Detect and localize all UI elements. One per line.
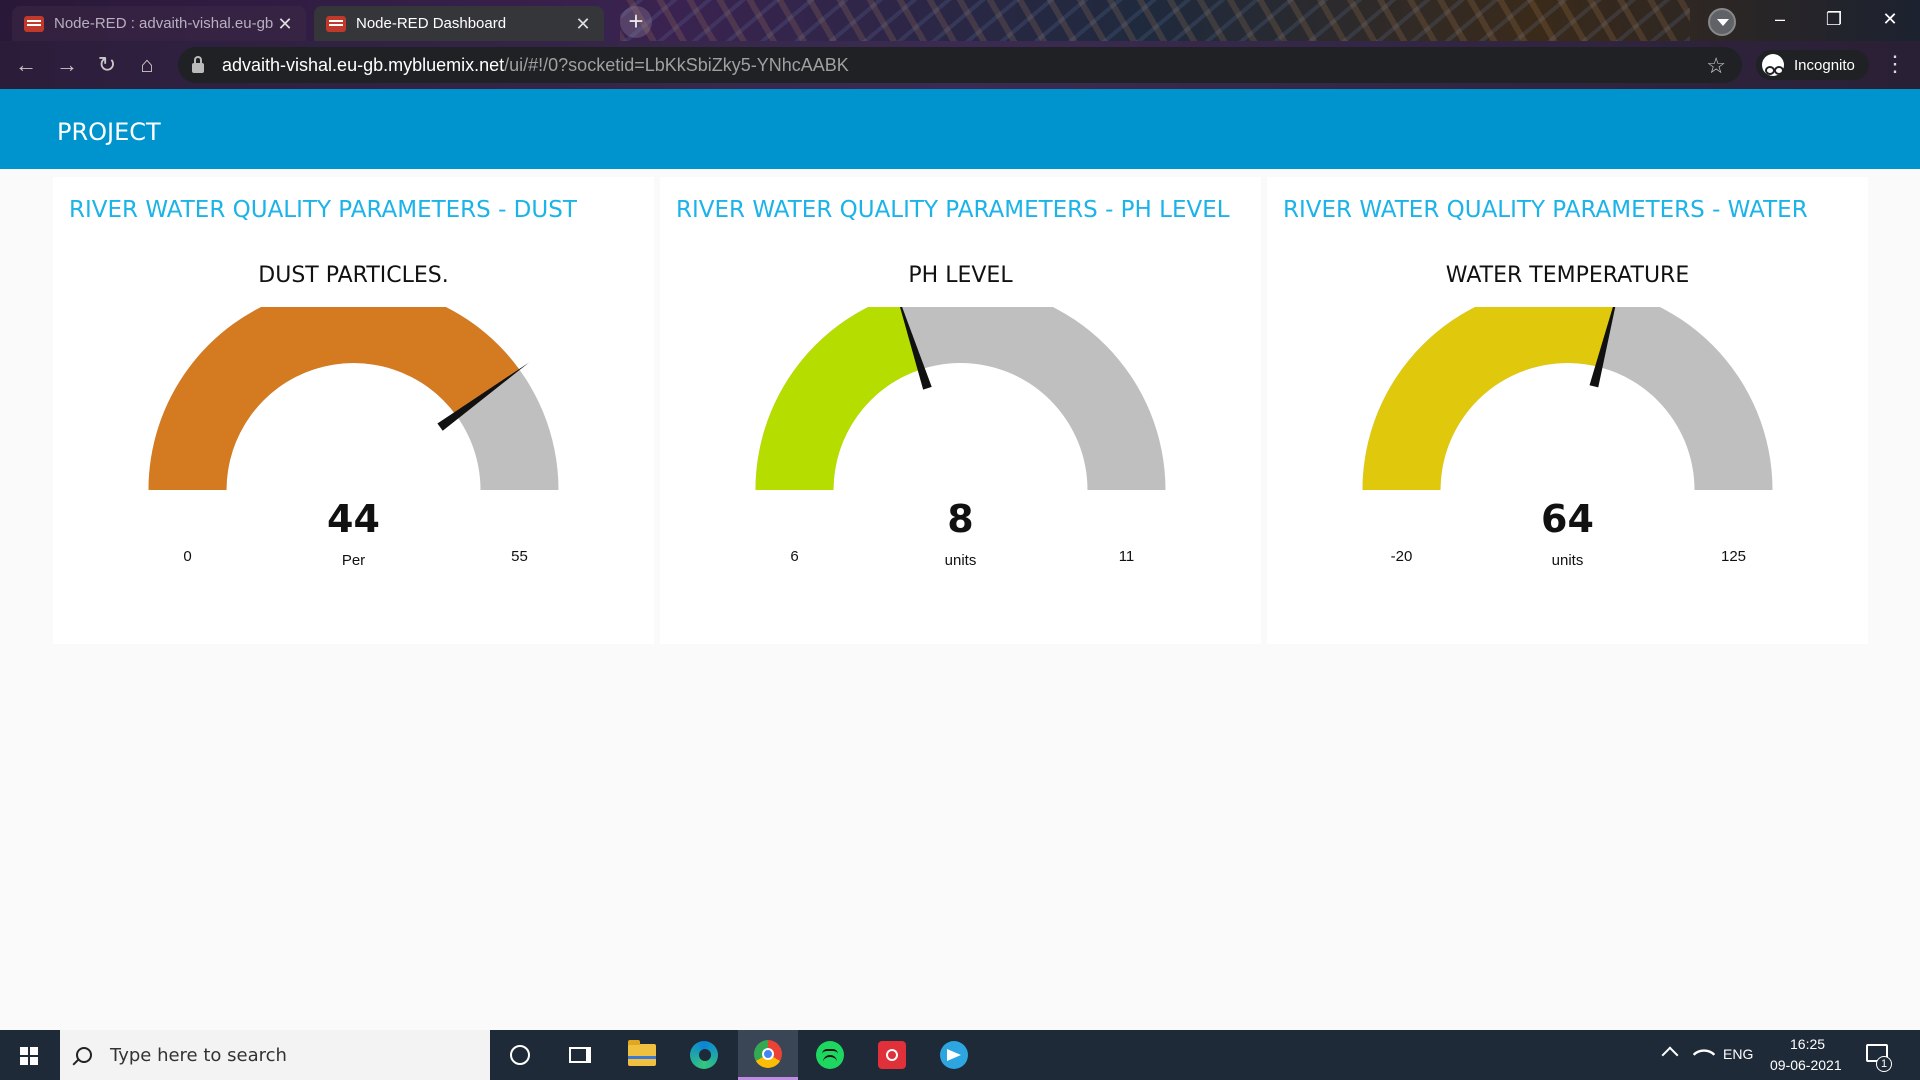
notification-count: 1 [1876,1056,1892,1072]
gauge-fill [148,307,520,490]
group-title: RIVER WATER QUALITY PARAMETERS - WATER T… [1283,197,1808,223]
url-host: advaith-vishal.eu-gb.mybluemix.net [222,54,505,75]
spotify-button[interactable] [800,1030,860,1080]
gauge-units: Per [341,552,366,569]
wifi-icon[interactable] [1692,1042,1716,1066]
clock-time[interactable]: 16:25 [1790,1036,1825,1052]
browser-tab-strip: Node-RED : advaith-vishal.eu-gb ✕ Node-R… [0,0,1920,41]
reload-icon[interactable]: ↻ [91,49,123,81]
gauge-value: 64 [1541,497,1594,541]
bookmark-star-icon[interactable]: ☆ [1706,53,1726,79]
file-explorer-button[interactable] [612,1030,672,1080]
incognito-icon [1762,54,1784,76]
group-title: RIVER WATER QUALITY PARAMETERS - DUST PA… [69,197,577,223]
tab-node-red-dashboard[interactable]: Node-RED Dashboard ✕ [314,6,604,41]
forward-arrow-icon[interactable]: → [51,49,83,81]
music-icon [878,1041,906,1069]
tab-node-red-editor[interactable]: Node-RED : advaith-vishal.eu-gb ✕ [12,6,306,41]
edge-button[interactable] [674,1030,734,1080]
gauge-dial [755,307,1166,490]
gauge-max-label: 11 [1118,548,1135,565]
chrome-icon [754,1039,782,1068]
gauge-label: DUST PARTICLES. [258,263,449,288]
windows-taskbar: Type here to search ENG 16:25 09-06-2021… [0,1030,1920,1080]
spotify-icon [816,1041,844,1069]
close-tab-icon[interactable]: ✕ [276,15,294,33]
cortana-icon [510,1045,530,1065]
task-view-button[interactable] [550,1030,610,1080]
gauge-value: 8 [947,497,974,541]
gauge-label: WATER TEMPERATURE [1445,263,1690,288]
search-icon [76,1047,92,1063]
gauge-min-label: 6 [790,548,799,565]
gauge-dial [1362,307,1773,490]
cortana-button[interactable] [490,1030,550,1080]
minimize-button[interactable]: – [1752,0,1808,41]
gauge-units: units [944,552,977,569]
gauge-value: 44 [327,497,380,541]
tab-title: Node-RED Dashboard [356,15,507,32]
gauge-dial [148,307,559,490]
taskbar-search-box[interactable]: Type here to search [60,1030,490,1080]
gauge-max-label: 125 [1720,548,1747,565]
new-tab-button[interactable]: + [620,6,652,38]
tab-search-icon[interactable] [1708,8,1736,36]
tab-title: Node-RED : advaith-vishal.eu-gb [54,15,274,32]
close-tab-icon[interactable]: ✕ [574,15,592,33]
edge-icon [690,1041,718,1069]
gauge-units: units [1551,552,1584,569]
url-path: /ui/#!/0?socketid=LbKkSbiZky5-YNhcAABK [504,54,849,75]
dashboard-header: PROJECT [0,89,1920,169]
node-red-favicon-icon [24,15,44,32]
gauge-fill [1362,307,1615,490]
gauge-label: PH LEVEL [908,263,1013,288]
incognito-label: Incognito [1794,56,1855,74]
gauge-min-label: -20 [1390,548,1413,565]
dashboard-title: PROJECT [57,118,161,146]
restore-button[interactable]: ❐ [1806,0,1862,41]
gauge-fill [755,307,922,490]
home-icon[interactable]: ⌂ [131,49,163,81]
telegram-button[interactable] [924,1030,984,1080]
chevron-up-icon[interactable] [1661,1046,1679,1064]
node-red-favicon-icon [326,15,346,32]
lock-icon[interactable] [192,55,204,73]
task-view-icon [569,1047,591,1063]
folder-icon [628,1040,656,1066]
gauge-max-label: 55 [511,548,528,565]
back-arrow-icon[interactable]: ← [10,49,42,81]
close-window-button[interactable]: ✕ [1862,0,1918,41]
address-bar[interactable]: advaith-vishal.eu-gb.mybluemix.net /ui/#… [178,47,1742,83]
music-app-button[interactable] [862,1030,922,1080]
windows-logo-icon [20,1047,38,1065]
gauge-min-label: 0 [183,548,192,565]
start-button[interactable] [0,1030,58,1080]
gauge-card: RIVER WATER QUALITY PARAMETERS - DUST PA… [53,177,654,644]
browser-toolbar: ← → ↻ ⌂ advaith-vishal.eu-gb.mybluemix.n… [0,41,1920,89]
clock-date[interactable]: 09-06-2021 [1770,1057,1842,1073]
language-indicator[interactable]: ENG [1723,1046,1753,1062]
gauge-card: RIVER WATER QUALITY PARAMETERS - PH LEVE… [660,177,1261,644]
chrome-button[interactable] [738,1030,798,1080]
group-title: RIVER WATER QUALITY PARAMETERS - PH LEVE… [676,197,1230,223]
browser-menu-icon[interactable]: ⋮ [1884,50,1906,80]
gauge-card: RIVER WATER QUALITY PARAMETERS - WATER T… [1267,177,1868,644]
incognito-badge[interactable]: Incognito [1756,50,1869,80]
search-placeholder: Type here to search [110,1044,287,1066]
telegram-icon [940,1041,968,1069]
